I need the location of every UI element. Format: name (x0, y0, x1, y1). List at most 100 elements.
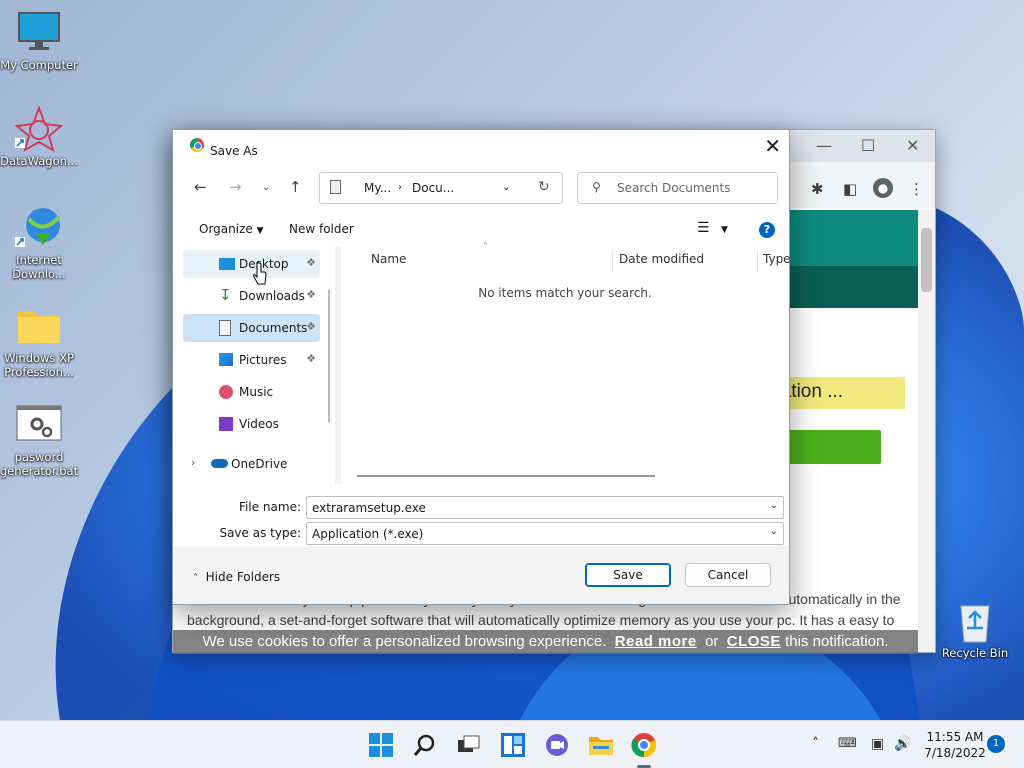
dialog-footer: ˄ Hide Folders Save Cancel (173, 546, 789, 604)
navigation-scrollbar[interactable] (328, 290, 330, 422)
maximize-icon[interactable]: ☐ (861, 136, 875, 155)
file-name-value: extraramsetup.exe (312, 501, 426, 515)
empty-message: No items match your search. (478, 286, 652, 300)
taskbar: ˄ ⌨ ▣ 🔊 11:55 AM 7/18/2022 1 (0, 720, 1024, 768)
refresh-icon[interactable]: ↻ (538, 179, 550, 195)
chrome-icon (190, 138, 204, 152)
show-hidden-icons-chevron-icon[interactable]: ˄ (812, 736, 819, 752)
column-header-name[interactable]: Name (371, 252, 406, 266)
file-list: ˄ Name Date modified Type No items match… (341, 242, 791, 484)
cancel-button[interactable]: Cancel (685, 563, 771, 587)
documents-small-icon (330, 180, 341, 194)
documents-icon (219, 320, 231, 336)
cookie-suffix-text: this notification. (785, 633, 889, 650)
videos-icon (219, 417, 233, 431)
nav-item-downloads[interactable]: ↧ Downloads ❖ (183, 282, 320, 310)
new-folder-button[interactable]: New folder (289, 222, 354, 236)
onedrive-cloud-icon (211, 459, 228, 468)
nav-item-label: Videos (239, 417, 279, 431)
globe-download-icon (15, 205, 63, 251)
cookie-close-link[interactable]: CLOSE (727, 633, 781, 650)
chat-icon[interactable] (544, 732, 570, 758)
desktop-icon-recycle-bin[interactable]: Recycle Bin (935, 598, 1015, 660)
address-crumb-1[interactable]: My... (364, 181, 391, 195)
nav-item-label: Downloads (239, 289, 305, 303)
system-clock[interactable]: 11:55 AM 7/18/2022 (918, 729, 992, 761)
keyboard-icon[interactable]: ⌨ (838, 736, 857, 751)
column-separator[interactable] (612, 250, 613, 272)
desktop-icon-password-generator[interactable]: pasword generator.bat (0, 402, 79, 478)
search-icon[interactable] (412, 732, 438, 758)
chrome-icon[interactable] (631, 732, 657, 758)
forward-arrow-icon[interactable]: → (229, 178, 242, 196)
chevron-right-icon: › (398, 182, 402, 193)
horizontal-scrollbar[interactable] (357, 475, 655, 477)
pin-icon: ❖ (306, 288, 316, 301)
nav-item-documents[interactable]: Documents ❖ (183, 314, 320, 342)
save-button[interactable]: Save (585, 563, 671, 587)
hide-folders-button[interactable]: ˄ Hide Folders (193, 570, 280, 584)
search-input[interactable]: ⚲ Search Documents (577, 172, 778, 204)
help-button[interactable]: ? (759, 222, 775, 238)
scrollbar-thumb[interactable] (921, 228, 932, 292)
organize-button[interactable]: Organize ▼ (199, 222, 264, 236)
page-scrollbar[interactable] (918, 210, 935, 652)
file-explorer-icon[interactable] (588, 732, 614, 758)
batch-file-icon (15, 402, 63, 448)
cookie-read-more-link[interactable]: Read more (615, 633, 697, 650)
desktop-icon-label: My Computer (0, 58, 78, 72)
back-arrow-icon[interactable]: ← (194, 178, 207, 196)
nav-item-pictures[interactable]: Pictures ❖ (183, 346, 320, 374)
chevron-down-icon[interactable]: ⌄ (770, 526, 778, 537)
start-windows-icon[interactable] (368, 732, 394, 758)
nav-item-onedrive[interactable]: › OneDrive (183, 450, 320, 478)
extensions-icon[interactable]: ✱ (811, 180, 824, 198)
desktop-icon-internet-download[interactable]: Internet Downlo... (0, 205, 79, 281)
close-icon[interactable]: ✕ (906, 136, 919, 155)
file-name-input[interactable]: extraramsetup.exe ⌄ (306, 496, 784, 519)
datawagon-logo-icon (14, 105, 64, 153)
file-name-label: File name: (239, 500, 301, 514)
network-icon[interactable]: ▣ (871, 736, 884, 752)
expand-chevron-icon[interactable]: › (191, 456, 195, 469)
desktop-icon-windows-xp[interactable]: Windows XP Profession... (0, 303, 79, 379)
profile-icon[interactable]: ● (873, 178, 893, 198)
desktop-icon-datawagon[interactable]: DataWagon... (0, 105, 79, 168)
view-options-icon[interactable]: ☰ (697, 220, 710, 236)
close-icon[interactable]: ✕ (764, 134, 781, 158)
search-icon: ⚲ (592, 180, 601, 194)
cookie-or-text: or (705, 633, 719, 650)
nav-item-videos[interactable]: Videos (183, 410, 320, 438)
volume-icon[interactable]: 🔊 (894, 736, 911, 752)
notification-badge[interactable]: 1 (987, 735, 1005, 753)
chevron-down-icon[interactable]: ⌄ (770, 500, 778, 511)
task-view-icon[interactable] (455, 732, 481, 758)
nav-item-music[interactable]: Music (183, 378, 320, 406)
column-separator[interactable] (757, 250, 758, 272)
address-crumb-2[interactable]: Docu... (412, 181, 454, 195)
desktop-icon-label: DataWagon... (0, 154, 78, 168)
dialog-title: Save As (210, 144, 258, 158)
view-dropdown-icon[interactable]: ▼ (721, 225, 728, 235)
nav-item-label: OneDrive (231, 457, 288, 471)
organize-label: Organize (199, 222, 253, 236)
pin-icon: ❖ (306, 256, 316, 269)
minimize-icon[interactable]: — (816, 136, 832, 155)
widgets-icon[interactable] (500, 732, 526, 758)
save-as-type-select[interactable]: Application (*.exe) ⌄ (306, 522, 784, 545)
side-panel-icon[interactable]: ◧ (843, 180, 857, 198)
address-bar[interactable]: My... › Docu... ⌄ ↻ (319, 172, 563, 204)
menu-icon[interactable]: ⋮ (909, 180, 924, 198)
search-placeholder: Search Documents (617, 181, 731, 195)
save-as-type-value: Application (*.exe) (312, 527, 424, 541)
clock-date: 7/18/2022 (924, 746, 986, 760)
column-header-date-modified[interactable]: Date modified (619, 252, 704, 266)
up-arrow-icon[interactable]: ↑ (289, 178, 302, 196)
save-as-dialog: Save As ✕ ← → ⌄ ↑ My... › Docu... ⌄ ↻ ⚲ … (172, 129, 791, 605)
chevron-down-icon[interactable]: ⌄ (502, 182, 510, 193)
recent-locations-chevron-icon[interactable]: ⌄ (262, 182, 270, 193)
save-as-type-label: Save as type: (219, 526, 301, 540)
desktop-icon (219, 258, 235, 270)
column-header-type[interactable]: Type (763, 252, 791, 266)
desktop-icon-my-computer[interactable]: My Computer (0, 10, 79, 72)
